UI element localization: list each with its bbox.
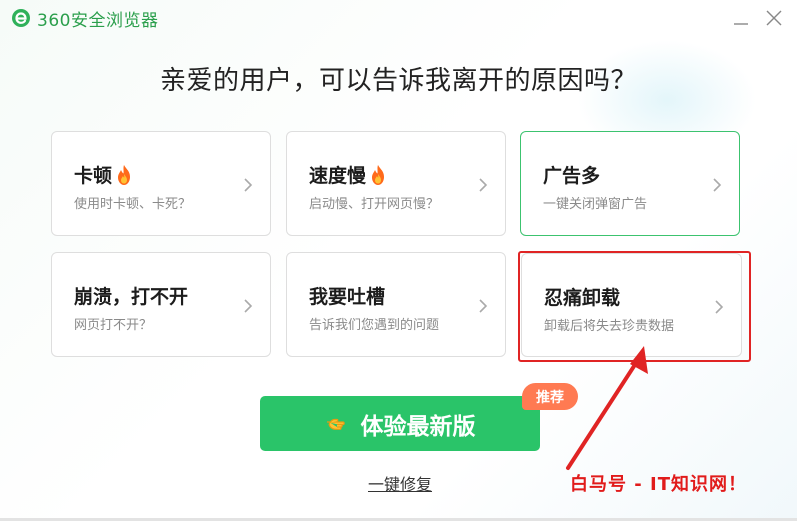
chevron-right-icon	[244, 299, 253, 313]
recommended-badge: 推荐	[522, 383, 578, 410]
minimize-icon	[734, 23, 748, 25]
reason-card-ads[interactable]: 广告多 一键关闭弹窗广告	[520, 131, 740, 236]
uninstall-dialog: 360安全浏览器 亲爱的用户，可以告诉我离开的原因吗？ 卡顿 使用时卡顿、卡死？	[0, 0, 797, 521]
page-title: 亲爱的用户，可以告诉我离开的原因吗？	[159, 66, 637, 96]
reason-title: 卡顿	[74, 161, 134, 188]
reason-subtitle: 一键关闭弹窗广告	[543, 197, 648, 212]
chevron-right-icon	[244, 178, 253, 192]
360-browser-logo-icon	[11, 8, 31, 28]
one-click-repair-link[interactable]: 一键修复	[368, 471, 432, 495]
chevron-right-icon	[479, 299, 488, 313]
close-icon	[766, 10, 782, 26]
reason-subtitle: 网页打不开？	[74, 318, 153, 333]
chevron-right-icon	[479, 178, 488, 192]
title-bar: 360安全浏览器	[0, 0, 797, 36]
reason-title: 崩溃，打不开	[74, 282, 188, 309]
reason-title-text: 我要吐槽	[309, 286, 386, 308]
reason-subtitle: 启动慢、打开网页慢？	[309, 197, 440, 212]
try-latest-version-button[interactable]: 体验最新版	[260, 396, 540, 451]
watermark-text: 白马号 - IT知识网！	[570, 474, 747, 495]
close-button[interactable]	[760, 4, 788, 32]
reason-card-crash[interactable]: 崩溃，打不开 网页打不开？	[51, 252, 271, 357]
reason-title-text: 卡顿	[74, 165, 113, 187]
chevron-right-icon	[713, 178, 722, 192]
reason-title-text: 广告多	[543, 165, 601, 187]
reason-subtitle: 使用时卡顿、卡死？	[74, 197, 192, 212]
reason-title-text: 速度慢	[309, 165, 367, 187]
fire-icon	[372, 164, 385, 185]
fire-icon	[118, 164, 131, 185]
pointing-hand-icon	[326, 418, 345, 430]
reason-card-feedback[interactable]: 我要吐槽 告诉我们您遇到的问题	[286, 252, 506, 357]
reason-title-text: 崩溃，打不开	[74, 286, 189, 308]
chevron-right-icon	[715, 300, 724, 314]
annotation-arrow	[566, 346, 648, 470]
minimize-button[interactable]	[727, 4, 755, 32]
reason-card-slow[interactable]: 速度慢 启动慢、打开网页慢？	[286, 131, 506, 236]
reason-title: 速度慢	[309, 161, 388, 188]
reason-title: 忍痛卸载	[544, 283, 620, 310]
try-latest-version-label: 体验最新版	[360, 413, 476, 440]
reason-title: 我要吐槽	[309, 282, 385, 309]
reason-title-text: 忍痛卸载	[544, 287, 621, 309]
app-title: 360安全浏览器	[37, 11, 159, 31]
reason-card-lag[interactable]: 卡顿 使用时卡顿、卡死？	[51, 131, 271, 236]
reason-subtitle: 告诉我们您遇到的问题	[309, 318, 440, 333]
reason-subtitle: 卸载后将失去珍贵数据	[544, 319, 675, 334]
reason-title: 广告多	[543, 161, 600, 188]
reason-card-uninstall[interactable]: 忍痛卸载 卸载后将失去珍贵数据	[521, 253, 742, 357]
